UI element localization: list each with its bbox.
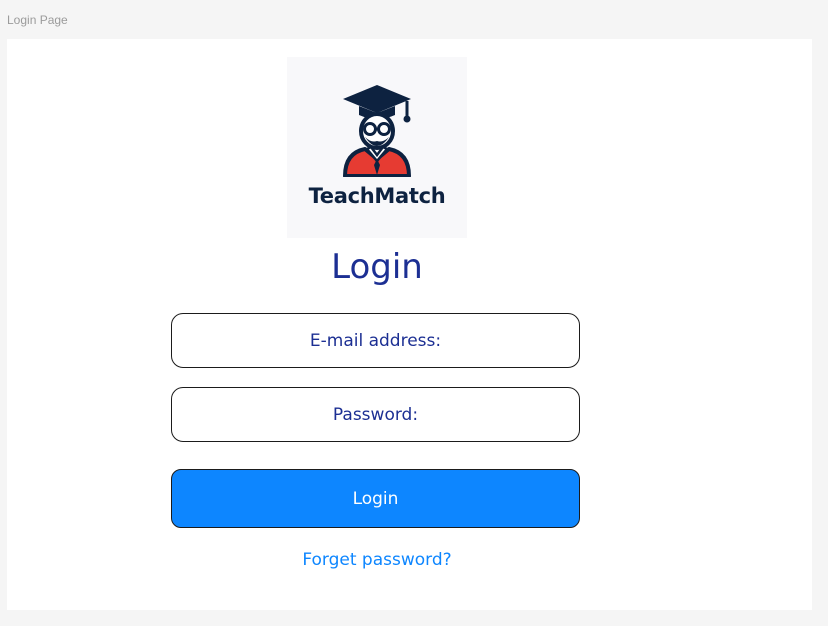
password-field[interactable]: Password: [171, 387, 580, 442]
forgot-password-link[interactable]: Forget password? [7, 550, 747, 570]
logo: TeachMatch [287, 57, 467, 238]
login-button-label: Login [352, 488, 399, 509]
brand-name: TeachMatch [308, 184, 446, 208]
login-card: TeachMatch Login E-mail address: Passwor… [7, 39, 812, 610]
frame-label: Login Page [7, 13, 68, 27]
email-placeholder: E-mail address: [309, 330, 442, 351]
email-field[interactable]: E-mail address: [171, 313, 580, 368]
password-placeholder: Password: [332, 404, 419, 425]
login-button[interactable]: Login [171, 469, 580, 528]
page-title: Login [331, 247, 423, 287]
graduate-teacher-icon [343, 85, 411, 177]
